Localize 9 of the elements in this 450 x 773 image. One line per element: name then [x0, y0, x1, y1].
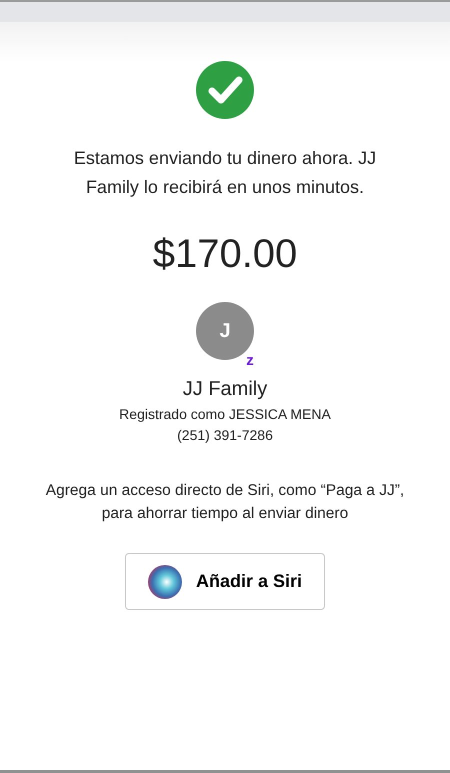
siri-hint: Agrega un acceso directo de Siri, como “Paga a JJ”, para ahorrar tiempo al enviar dinero [44, 481, 406, 524]
siri-icon [148, 564, 182, 598]
add-to-siri-button[interactable]: Añadir a Siri [125, 553, 325, 610]
phone-number: (251) 391-7286 [177, 426, 273, 444]
registered-name: Registrado como JESSICA MENA [119, 405, 331, 423]
recipient-name: JJ Family [182, 377, 268, 402]
confirmation-message: Estamos enviando tu dinero ahora. JJ Family lo recibirá en unos minutos. [72, 147, 378, 199]
check-icon [196, 61, 254, 119]
amount: $170.00 [152, 231, 298, 278]
